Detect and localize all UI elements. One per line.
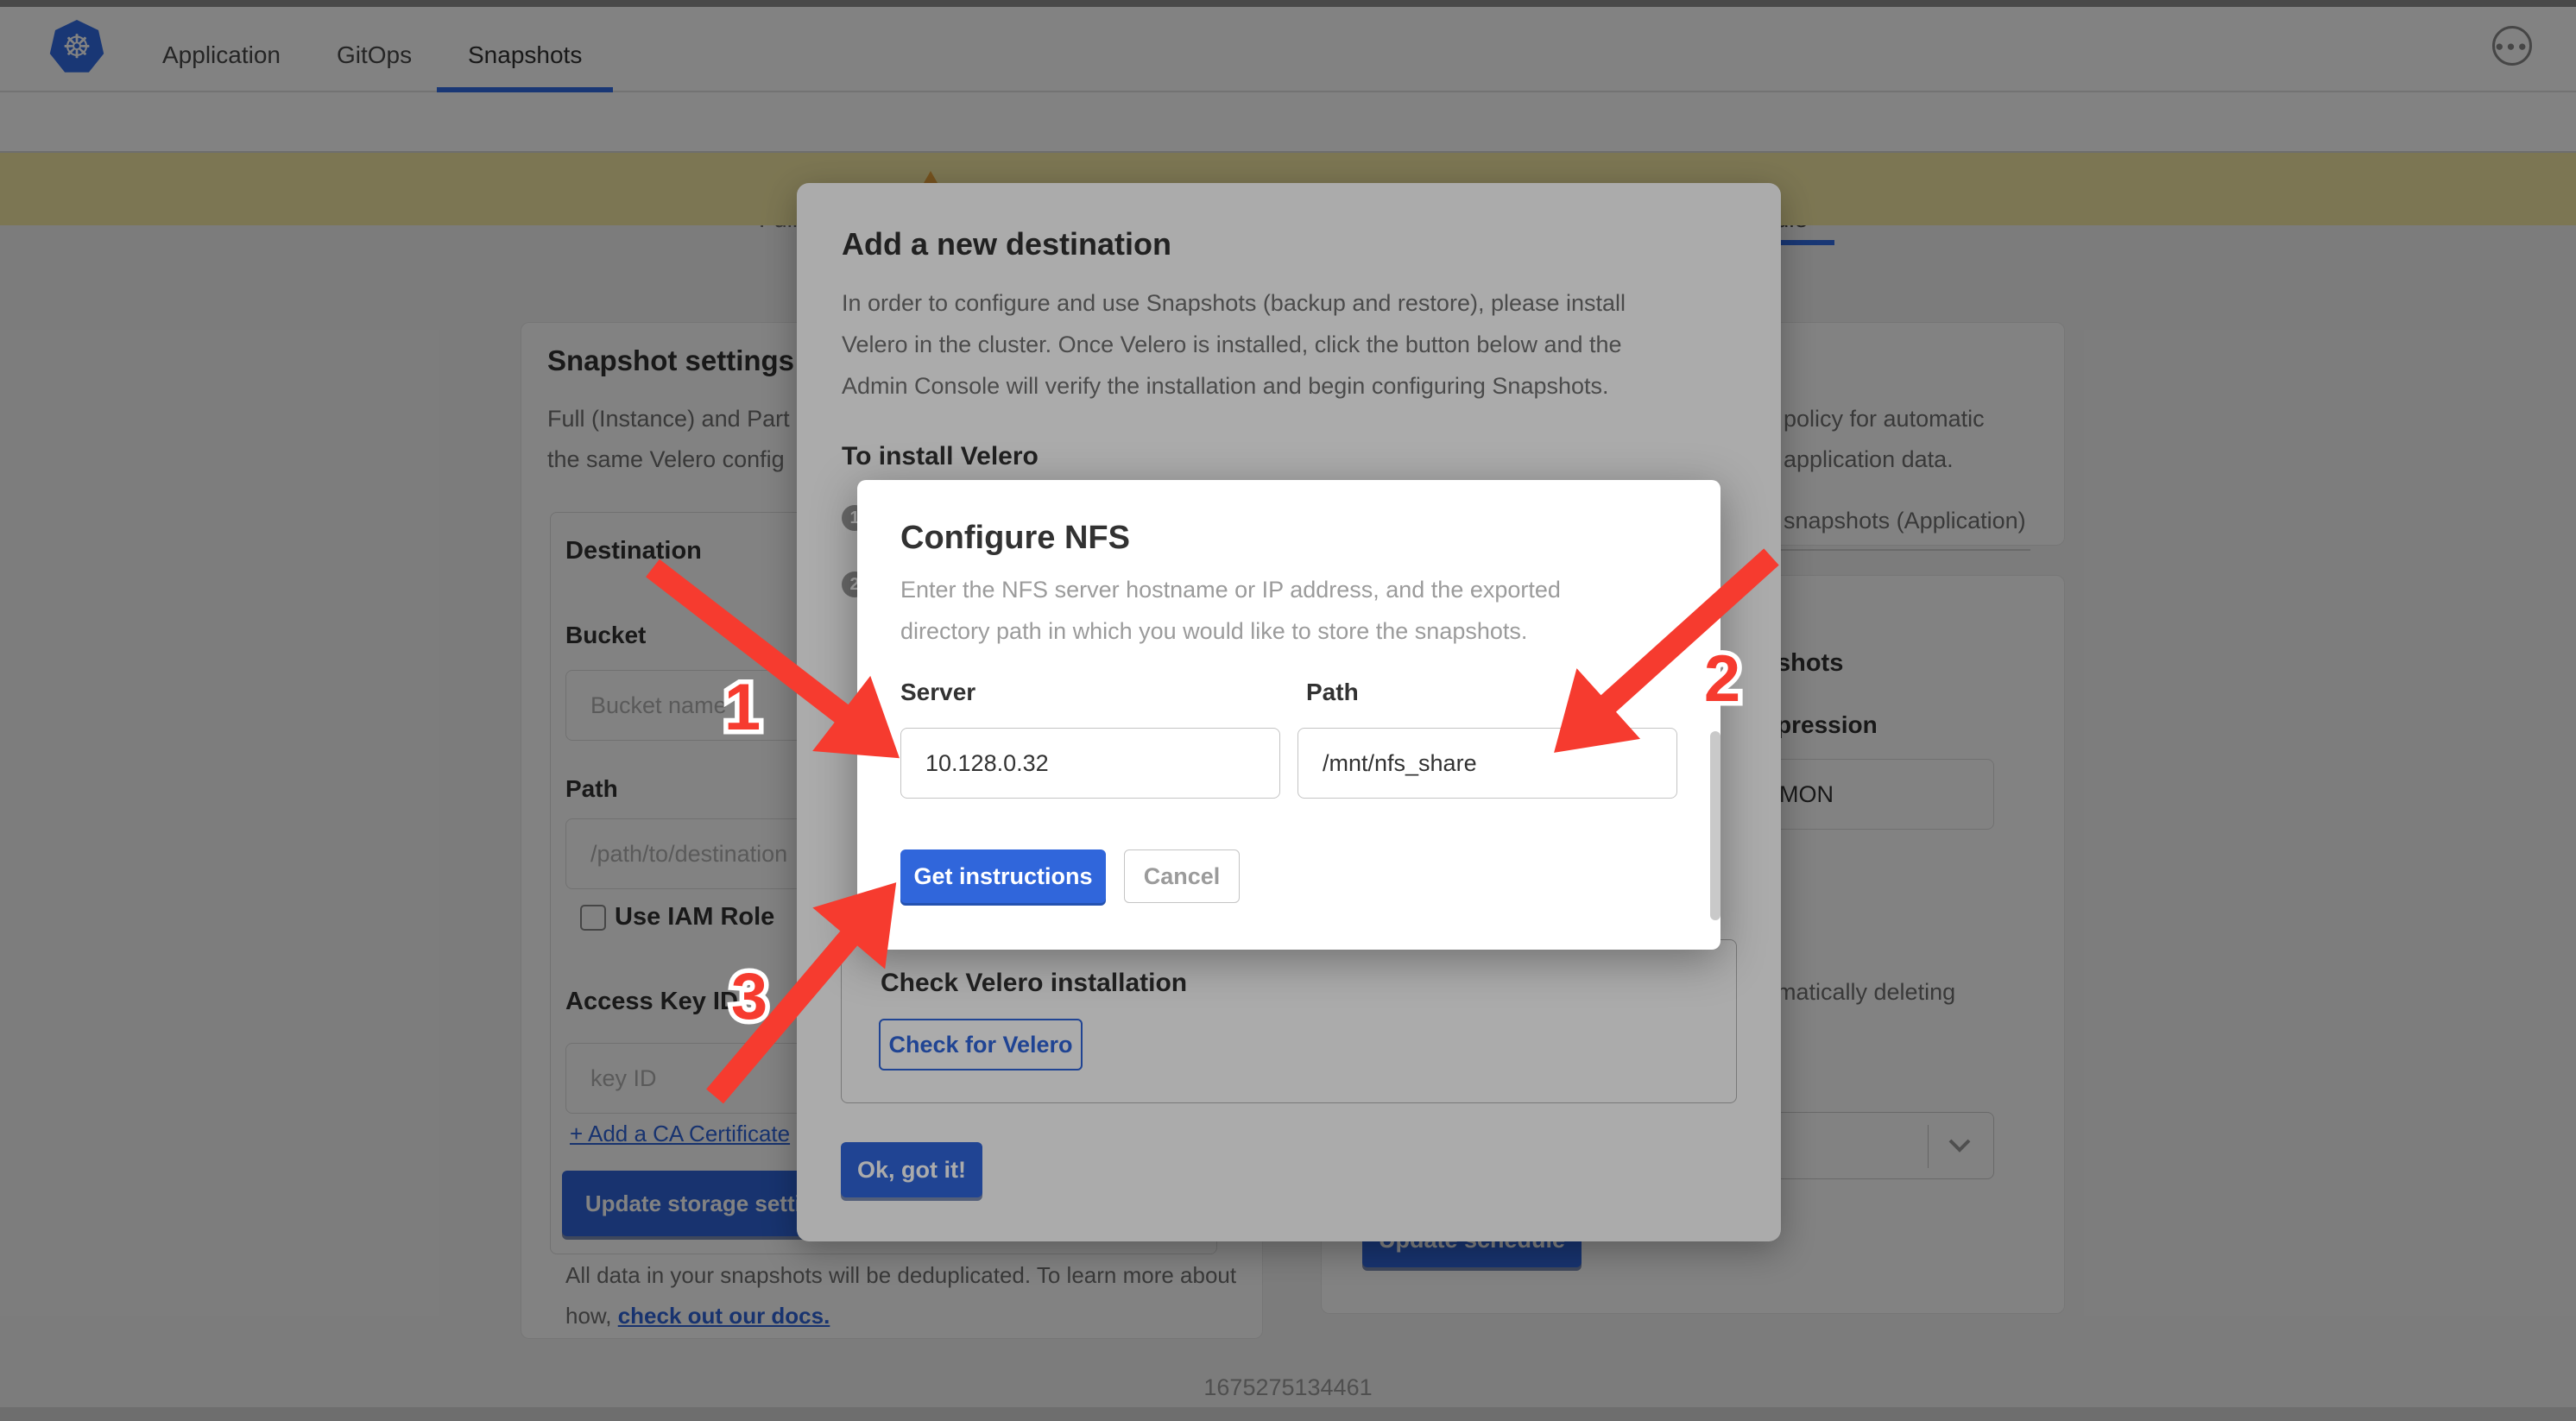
- configure-nfs-title: Configure NFS: [900, 520, 1130, 557]
- cancel-button[interactable]: Cancel: [1124, 849, 1240, 903]
- nfs-description-line: directory path in which you would like t…: [900, 618, 1527, 645]
- nfs-path-label: Path: [1306, 679, 1359, 706]
- nfs-path-input[interactable]: [1297, 728, 1677, 799]
- server-input[interactable]: [900, 728, 1280, 799]
- modal-scrollbar[interactable]: [1710, 731, 1720, 920]
- server-label: Server: [900, 679, 975, 706]
- nfs-description-line: Enter the NFS server hostname or IP addr…: [900, 577, 1561, 603]
- page: ☸ Application GitOps Snapshots ●●● Full …: [0, 0, 2576, 1421]
- configure-nfs-modal: Configure NFS Enter the NFS server hostn…: [857, 480, 1720, 950]
- get-instructions-button[interactable]: Get instructions: [900, 849, 1106, 903]
